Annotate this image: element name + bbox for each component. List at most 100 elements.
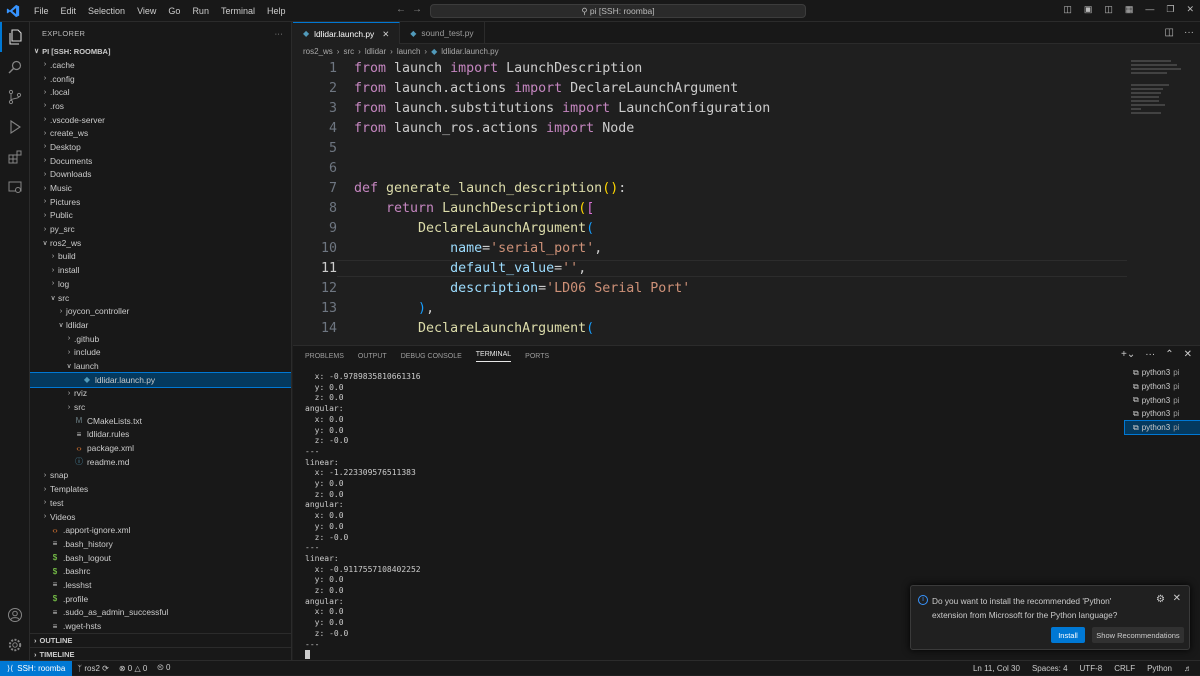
tree-file[interactable]: ⓘ readme.md: [30, 455, 291, 469]
tree-file[interactable]: ≡ .lesshst: [30, 578, 291, 592]
restore-icon[interactable]: ❐: [1166, 4, 1174, 15]
nav-arrows[interactable]: ←→: [396, 4, 428, 15]
breadcrumb-item[interactable]: ldlidar.launch.py: [441, 47, 498, 56]
panel-tab-terminal[interactable]: TERMINAL: [475, 351, 512, 362]
manage-gear-icon[interactable]: [0, 630, 30, 660]
layout-secondary-icon[interactable]: ◫: [1104, 4, 1113, 15]
tree-folder[interactable]: › src: [30, 400, 291, 414]
tree-folder[interactable]: › log: [30, 277, 291, 291]
tree-file[interactable]: ≡ .sudo_as_admin_successful: [30, 606, 291, 620]
maximize-panel-icon[interactable]: ⌃: [1165, 349, 1173, 360]
layout-panel-icon[interactable]: ▣: [1084, 4, 1093, 15]
menu-item-view[interactable]: View: [131, 6, 162, 16]
minimize-icon[interactable]: —: [1145, 4, 1154, 15]
menu-item-selection[interactable]: Selection: [82, 6, 131, 16]
terminal-instance[interactable]: ⧉ python3 pi: [1124, 419, 1200, 436]
tree-folder[interactable]: › create_ws: [30, 126, 291, 140]
tree-folder[interactable]: › include: [30, 345, 291, 359]
source-control-icon[interactable]: [0, 82, 30, 112]
terminal-instance[interactable]: ⧉ python3 pi: [1125, 380, 1200, 394]
search-icon[interactable]: [0, 52, 30, 82]
tree-file[interactable]: ‹› .apport-ignore.xml: [30, 523, 291, 537]
tree-file[interactable]: M CMakeLists.txt: [30, 414, 291, 428]
close-tab-icon[interactable]: ✕: [382, 29, 389, 39]
notifications-bell-icon[interactable]: ♬: [1184, 664, 1192, 673]
tree-folder[interactable]: › Public: [30, 209, 291, 223]
breadcrumb-item[interactable]: ros2_ws: [303, 47, 333, 56]
tree-folder[interactable]: › .ros: [30, 99, 291, 113]
tab-ldlidar-launch-py[interactable]: ◆ ldlidar.launch.py ✕: [293, 22, 401, 44]
tree-folder[interactable]: › Documents: [30, 154, 291, 168]
close-notification-icon[interactable]: ✕: [1173, 593, 1181, 604]
tree-folder[interactable]: › Desktop: [30, 140, 291, 154]
encoding[interactable]: UTF-8: [1080, 664, 1103, 673]
tree-file[interactable]: ≡ .wget-hsts: [30, 619, 291, 633]
tree-folder[interactable]: › install: [30, 263, 291, 277]
tree-folder[interactable]: ∨ src: [30, 291, 291, 305]
tree-folder[interactable]: › .cache: [30, 58, 291, 72]
more-actions-icon[interactable]: ···: [275, 29, 283, 38]
menu-item-file[interactable]: File: [28, 6, 55, 16]
tree-folder[interactable]: › py_src: [30, 222, 291, 236]
language-mode[interactable]: Python: [1147, 664, 1172, 673]
tree-folder[interactable]: ∨ ldlidar: [30, 318, 291, 332]
split-editor-icon[interactable]: ◫: [1165, 27, 1174, 38]
menu-item-go[interactable]: Go: [162, 6, 186, 16]
extensions-icon[interactable]: [0, 142, 30, 172]
tree-folder[interactable]: › test: [30, 496, 291, 510]
menu-item-edit[interactable]: Edit: [55, 6, 83, 16]
tree-folder[interactable]: › joycon_controller: [30, 304, 291, 318]
problems-indicator[interactable]: ⊗ 0 △ 0: [114, 664, 152, 673]
remote-indicator[interactable]: ⟩⟨ SSH: roomba: [0, 660, 73, 676]
menu-item-help[interactable]: Help: [261, 6, 292, 16]
cursor-position[interactable]: Ln 11, Col 30: [973, 664, 1020, 673]
tree-file[interactable]: ≡ .bash_history: [30, 537, 291, 551]
close-window-icon[interactable]: ✕: [1186, 4, 1194, 15]
breadcrumb-item[interactable]: launch: [397, 47, 421, 56]
explorer-icon[interactable]: [0, 22, 30, 52]
tree-folder[interactable]: › build: [30, 250, 291, 264]
tree-folder[interactable]: › rviz: [30, 387, 291, 401]
outline-section[interactable]: › OUTLINE: [30, 633, 291, 647]
tree-folder[interactable]: › .config: [30, 72, 291, 86]
panel-tab-problems[interactable]: PROBLEMS: [305, 353, 344, 360]
tree-folder[interactable]: › Pictures: [30, 195, 291, 209]
line-ending[interactable]: CRLF: [1114, 664, 1135, 673]
terminal-instance[interactable]: ⧉ python3 pi: [1125, 407, 1200, 421]
run-debug-icon[interactable]: [0, 112, 30, 142]
editor-more-icon[interactable]: ···: [1184, 27, 1194, 38]
minimap[interactable]: [1131, 58, 1187, 148]
account-icon[interactable]: [0, 600, 30, 630]
tree-folder[interactable]: › .github: [30, 332, 291, 346]
branch-indicator[interactable]: ᛉ ros2 ⟳: [72, 664, 114, 673]
customize-layout-icon[interactable]: ▦: [1125, 4, 1134, 15]
tree-file[interactable]: ≡ ldlidar.rules: [30, 428, 291, 442]
close-panel-icon[interactable]: ✕: [1184, 349, 1192, 360]
tree-folder[interactable]: › Templates: [30, 482, 291, 496]
tree-file[interactable]: ‹› package.xml: [30, 441, 291, 455]
tree-folder[interactable]: › Videos: [30, 510, 291, 524]
tree-file[interactable]: $ .bash_logout: [30, 551, 291, 565]
install-button[interactable]: Install: [1051, 627, 1085, 643]
tree-folder[interactable]: › Music: [30, 181, 291, 195]
panel-tab-ports[interactable]: PORTS: [525, 353, 549, 360]
tree-folder[interactable]: ∨ launch: [30, 359, 291, 373]
tree-file[interactable]: $ .bashrc: [30, 564, 291, 578]
tree-file[interactable]: ◆ ldlidar.launch.py: [30, 371, 291, 388]
tree-folder[interactable]: ∨ ros2_ws: [30, 236, 291, 250]
code-editor[interactable]: 1 from launch import LaunchDescription 2 fr…: [293, 58, 1133, 344]
indentation[interactable]: Spaces: 4: [1032, 664, 1068, 673]
show-recommendations-button[interactable]: Show Recommendations: [1092, 627, 1184, 643]
tree-folder[interactable]: › snap: [30, 469, 291, 483]
command-center[interactable]: ⚲ pi [SSH: roomba]: [430, 4, 806, 18]
breadcrumb-item[interactable]: src: [343, 47, 354, 56]
breadcrumb-item[interactable]: ldlidar: [365, 47, 386, 56]
remote-explorer-icon[interactable]: [0, 172, 30, 202]
ports-indicator[interactable]: ⧀ 0: [152, 663, 175, 673]
terminal-instance[interactable]: ⧉ python3 pi: [1125, 393, 1200, 407]
more-actions-icon[interactable]: ···: [1145, 349, 1155, 360]
menu-item-terminal[interactable]: Terminal: [215, 6, 261, 16]
tab-sound_test-py[interactable]: ◆ sound_test.py: [400, 22, 485, 44]
tree-file[interactable]: $ .profile: [30, 592, 291, 606]
timeline-section[interactable]: › TIMELINE: [30, 647, 291, 660]
